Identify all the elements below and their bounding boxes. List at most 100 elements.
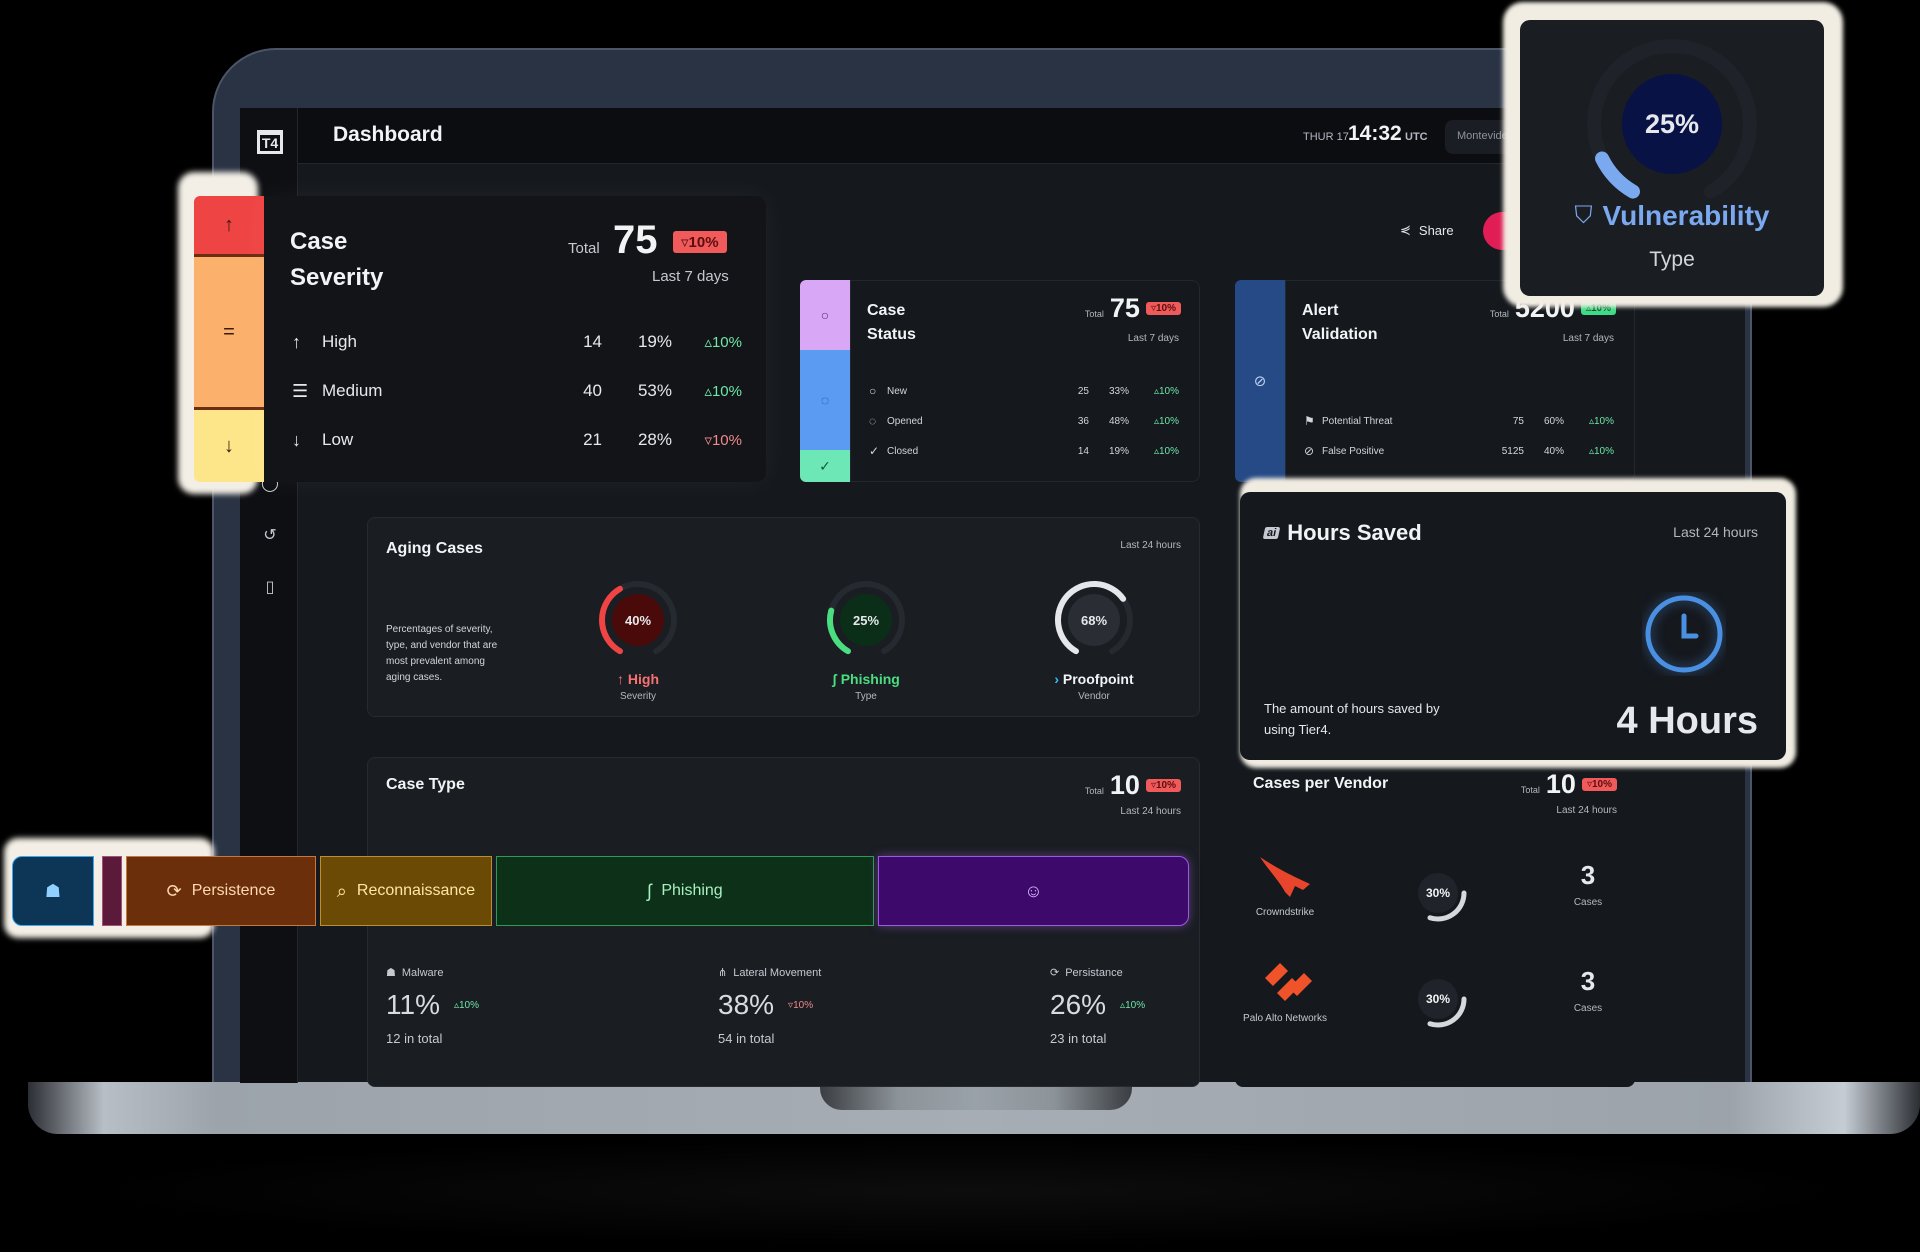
severity-count: 40 [583, 381, 602, 400]
vendor-row[interactable]: Crowndstrike 30% 3 Cases [1235, 852, 1635, 952]
severity-row[interactable]: ↑ High 14 19% ▵10% [292, 327, 742, 357]
gauge-value: 40% [625, 613, 651, 628]
circle-icon: ○ [820, 307, 830, 323]
severity-row[interactable]: ↓ Low 21 28% ▿10% [292, 425, 742, 455]
stat-icon: ⟳ [1050, 967, 1060, 979]
vendor-cases: 3 [1580, 966, 1596, 996]
case-severity-strip: ↑ = ↓ [194, 196, 264, 482]
severity-high-segment[interactable]: ↑ [194, 196, 264, 254]
case-type-segment[interactable]: ☗ [12, 856, 94, 926]
list-item[interactable]: ⊘ False Positive 5125 40% ▵10% [1304, 442, 1614, 460]
row-change: ▵10% [1153, 445, 1179, 457]
vendor-total: 10 [1545, 769, 1576, 799]
period-label: Last 24 hours [1120, 806, 1181, 817]
list-item[interactable]: ○ New 25 33% ▵10% [869, 382, 1179, 400]
case-status-title-2: Status [867, 326, 916, 343]
severity-pct: 53% [637, 381, 672, 400]
vendor-row[interactable]: Palo Alto Networks 30% 3 Cases [1235, 958, 1635, 1058]
total-label: Total [568, 240, 600, 257]
row-count: 14 [1077, 445, 1089, 457]
case-severity-title: Case Severity [290, 224, 410, 296]
ai-icon: ai [1262, 527, 1281, 539]
severity-change: ▵10% [704, 383, 742, 400]
row-label: Potential Threat [1322, 415, 1393, 427]
status-opened-segment[interactable]: ◌ [800, 350, 850, 450]
aging-gauge[interactable]: 25% ʃ Phishing Type [816, 578, 916, 702]
row-pct: 33% [1108, 385, 1129, 397]
severity-label: High [322, 332, 357, 351]
row-label: False Positive [1322, 445, 1385, 457]
sev-title-2: Severity [290, 264, 384, 291]
severity-medium-segment[interactable]: = [194, 254, 264, 410]
gauge-value: 30% [1426, 886, 1450, 900]
segment-label: Phishing [661, 882, 723, 899]
stat-total-count: 54 [718, 1031, 737, 1046]
row-pct: 19% [1108, 445, 1129, 457]
hours-saved-description: The amount of hours saved by using Tier4… [1264, 701, 1440, 737]
gauge-value: 25% [853, 613, 879, 628]
row-pct: 48% [1108, 415, 1129, 427]
row-icon: ○ [869, 384, 877, 398]
row-label: Opened [887, 415, 923, 427]
case-type-segment[interactable]: ⟳ Persistence [126, 856, 316, 926]
severity-row[interactable]: ☰ Medium 40 53% ▵10% [292, 376, 742, 406]
vendor-cases-label: Cases [1573, 1003, 1603, 1014]
row-count: 25 [1077, 385, 1089, 397]
case-status-rows: ○ New 25 33% ▵10% ◌ Opened 36 48% ▵10% ✓ Closed 14 19… [869, 382, 1179, 472]
vendor-logo-icon [1260, 857, 1310, 897]
aging-gauge[interactable]: 68% › Proofpoint Vendor [1044, 578, 1144, 702]
gauge-sub: Vendor [1078, 691, 1110, 702]
list-item[interactable]: ⚑ Potential Threat 75 60% ▵10% [1304, 412, 1614, 430]
history-icon[interactable]: ↺ [258, 524, 282, 548]
status-new-segment[interactable]: ○ [800, 280, 850, 350]
case-type-segment[interactable] [102, 856, 122, 926]
case-type-stat[interactable]: ⟳ Persistance 26% ▵10% 23 in total [1050, 966, 1220, 1047]
severity-low-segment[interactable]: ↓ [194, 410, 264, 482]
case-type-segment[interactable]: ⌕ Reconnaissance [320, 856, 492, 926]
severity-count: 14 [583, 332, 602, 351]
gauge-label-text: Phishing [840, 671, 900, 687]
stat-pct: 38% [718, 989, 775, 1020]
document-icon[interactable]: ▯ [258, 576, 282, 600]
row-change: ▵10% [1153, 415, 1179, 427]
period-label: Last 7 days [1127, 333, 1179, 344]
refresh-icon: ⟳ [166, 880, 182, 901]
severity-label: Low [322, 430, 354, 449]
loading-icon: ◌ [820, 392, 830, 408]
arrow-up-icon: ↑ [224, 213, 234, 236]
header-time: 14:32 [1348, 122, 1402, 145]
stat-value-row: 38% ▿10% [718, 989, 888, 1021]
header-day: THUR 17 [1303, 131, 1349, 143]
vulnerability-sub: Type [1649, 248, 1695, 271]
share-button[interactable]: ⋞ Share [1400, 222, 1454, 238]
case-type-stat[interactable]: ⋔ Lateral Movement 38% ▿10% 54 in total [718, 966, 888, 1047]
stat-total: 12 in total [386, 1031, 556, 1046]
list-item[interactable]: ✓ Closed 14 19% ▵10% [869, 442, 1179, 460]
gauge-label-icon: ʃ [832, 671, 841, 687]
list-item[interactable]: ◌ Opened 36 48% ▵10% [869, 412, 1179, 430]
stat-total-suffix: in total [1068, 1031, 1107, 1046]
stat-change: ▵10% [453, 999, 480, 1011]
gauge-sub: Type [855, 691, 877, 702]
vulnerability-label: Vulnerability [1602, 200, 1770, 231]
gauge-sub: Severity [619, 691, 657, 702]
case-status-total: 75 [1109, 293, 1140, 323]
status-closed-segment[interactable]: ✓ [800, 450, 850, 482]
logo-icon[interactable]: T4 [257, 130, 283, 154]
change-badge: ▿10% [673, 231, 727, 253]
case-type-segment[interactable]: ʃ Phishing [496, 856, 874, 926]
stat-total: 23 in total [1050, 1031, 1220, 1046]
case-type-segment[interactable]: ☺ [878, 856, 1189, 926]
stat-label-text: Malware [401, 966, 444, 979]
aging-description: Percentages of severity, type, and vendo… [386, 624, 498, 683]
row-pct: 60% [1543, 415, 1564, 427]
aging-gauges: 40% ↑ High Severity 25% ʃ Phishing Type 68% › P… [588, 578, 1168, 708]
change-badge: ▿10% [1145, 302, 1181, 315]
hook-icon: ʃ [647, 880, 652, 901]
alert-validation-strip[interactable]: ⊘ [1235, 280, 1285, 482]
case-type-total: 10 [1109, 770, 1140, 800]
case-type-stat[interactable]: ☗ Malware 11% ▵10% 12 in total [386, 966, 556, 1047]
case-status-card: Case Status Total 75 ▿10% Last 7 days ○ N… [850, 280, 1200, 482]
ban-icon: ⊘ [1253, 373, 1267, 390]
aging-gauge[interactable]: 40% ↑ High Severity [588, 578, 688, 702]
